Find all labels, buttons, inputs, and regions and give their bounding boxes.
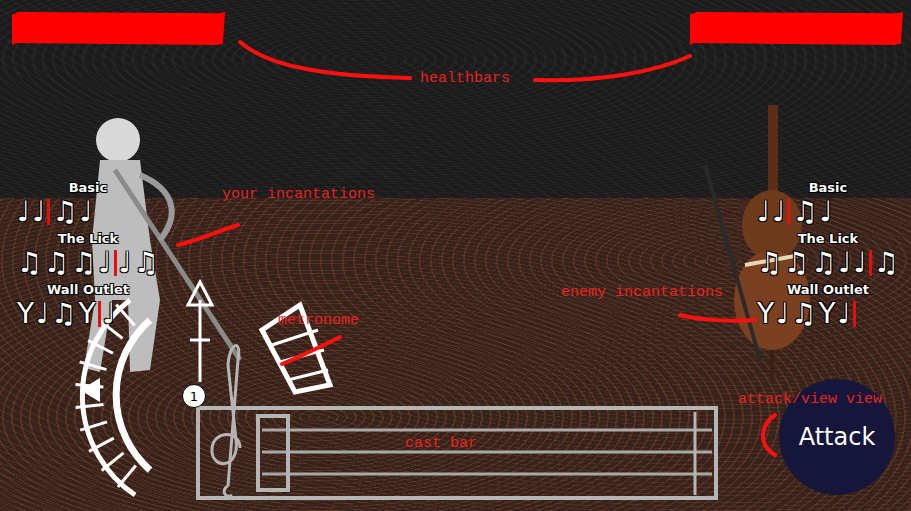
note: ♫ bbox=[873, 247, 900, 279]
note-sequence: Y♩♫Y♩ bbox=[756, 297, 857, 331]
note: Y bbox=[77, 298, 96, 330]
note-sequence: Y♩♫Y♩ bbox=[16, 297, 117, 331]
annotation-label: metronome bbox=[276, 312, 361, 330]
incantation[interactable]: The Lick♫♫♫♩♩♫ bbox=[756, 231, 900, 280]
note: ♫ bbox=[50, 298, 77, 330]
player-incantations: Basic♩♩♫♩The Lick♫♫♫♩♩♫Wall OutletY♩♫Y♩ bbox=[16, 180, 160, 331]
progress-cursor bbox=[853, 301, 856, 327]
progress-cursor bbox=[869, 250, 872, 276]
annotation-line bbox=[535, 56, 690, 80]
note: ♩ bbox=[79, 196, 94, 228]
annotation-label: cast bar bbox=[403, 435, 479, 453]
beat-counter: 1 bbox=[182, 384, 206, 408]
annotation-line bbox=[178, 225, 238, 245]
note: ♫ bbox=[133, 247, 160, 279]
progress-cursor bbox=[98, 301, 101, 327]
note: ♫ bbox=[16, 247, 43, 279]
note: Y bbox=[817, 298, 836, 330]
health-bar bbox=[690, 12, 903, 45]
note: ♫ bbox=[51, 196, 78, 228]
note: ♫ bbox=[43, 247, 70, 279]
enemy-incantations: Basic♩♩♫♩The Lick♫♫♫♩♩♫Wall OutletY♩♫Y♩ bbox=[756, 180, 900, 331]
note-sequence: ♩♩♫♩ bbox=[16, 195, 94, 229]
note: ♩ bbox=[837, 298, 852, 330]
annotation-label: healthbars bbox=[418, 70, 512, 88]
incantation[interactable]: Wall OutletY♩♫Y♩ bbox=[16, 282, 160, 331]
treble-clef-icon bbox=[212, 346, 240, 497]
annotation-label: enemy incantations bbox=[559, 284, 725, 302]
note: ♩ bbox=[771, 196, 786, 228]
incantation-name: The Lick bbox=[796, 231, 861, 246]
note: ♩ bbox=[756, 196, 771, 228]
incantation-name: The Lick bbox=[56, 231, 121, 246]
enemy-sprite bbox=[705, 105, 810, 380]
annotation-label: your incantations bbox=[220, 186, 377, 204]
annotation-line bbox=[282, 337, 340, 364]
note: ♩ bbox=[16, 196, 31, 228]
note: ♫ bbox=[756, 247, 783, 279]
note: ♫ bbox=[810, 247, 837, 279]
note: ♩ bbox=[31, 196, 46, 228]
incantation-name: Basic bbox=[67, 180, 110, 195]
note: ♫ bbox=[790, 298, 817, 330]
note-sequence: ♫♫♫♩♩♫ bbox=[16, 246, 160, 280]
note-sequence: ♩♩♫♩ bbox=[756, 195, 834, 229]
incantation-name: Basic bbox=[807, 180, 850, 195]
progress-cursor bbox=[47, 199, 50, 225]
note: Y bbox=[16, 298, 35, 330]
note: ♩ bbox=[102, 298, 117, 330]
note: ♩ bbox=[35, 298, 50, 330]
note: ♫ bbox=[783, 247, 810, 279]
note-sequence: ♫♫♫♩♩♫ bbox=[756, 246, 900, 280]
annotation-label: attack/view view bbox=[736, 391, 884, 409]
health-bar bbox=[12, 12, 225, 45]
incantation[interactable]: Basic♩♩♫♩ bbox=[756, 180, 900, 229]
health-fill bbox=[12, 12, 225, 45]
incantation[interactable]: The Lick♫♫♫♩♩♫ bbox=[16, 231, 160, 280]
arrow-up-icon bbox=[188, 282, 212, 382]
incantation[interactable]: Basic♩♩♫♩ bbox=[16, 180, 160, 229]
note: Y bbox=[756, 298, 775, 330]
note: ♫ bbox=[791, 196, 818, 228]
note: ♫ bbox=[70, 247, 97, 279]
cast-bar bbox=[198, 408, 716, 498]
progress-cursor bbox=[787, 199, 790, 225]
progress-cursor bbox=[114, 250, 117, 276]
incantation-name: Wall Outlet bbox=[45, 282, 131, 297]
note: ♩ bbox=[775, 298, 790, 330]
note: ♩ bbox=[853, 247, 868, 279]
incantation[interactable]: Wall OutletY♩♫Y♩ bbox=[756, 282, 900, 331]
note: ♩ bbox=[118, 247, 133, 279]
incantation-name: Wall Outlet bbox=[785, 282, 871, 297]
annotation-line bbox=[763, 415, 775, 455]
note: ♩ bbox=[837, 247, 852, 279]
note: ♩ bbox=[819, 196, 834, 228]
health-fill bbox=[690, 12, 903, 45]
annotation-line bbox=[680, 315, 755, 321]
note: ♩ bbox=[97, 247, 112, 279]
annotation-line bbox=[240, 42, 410, 78]
